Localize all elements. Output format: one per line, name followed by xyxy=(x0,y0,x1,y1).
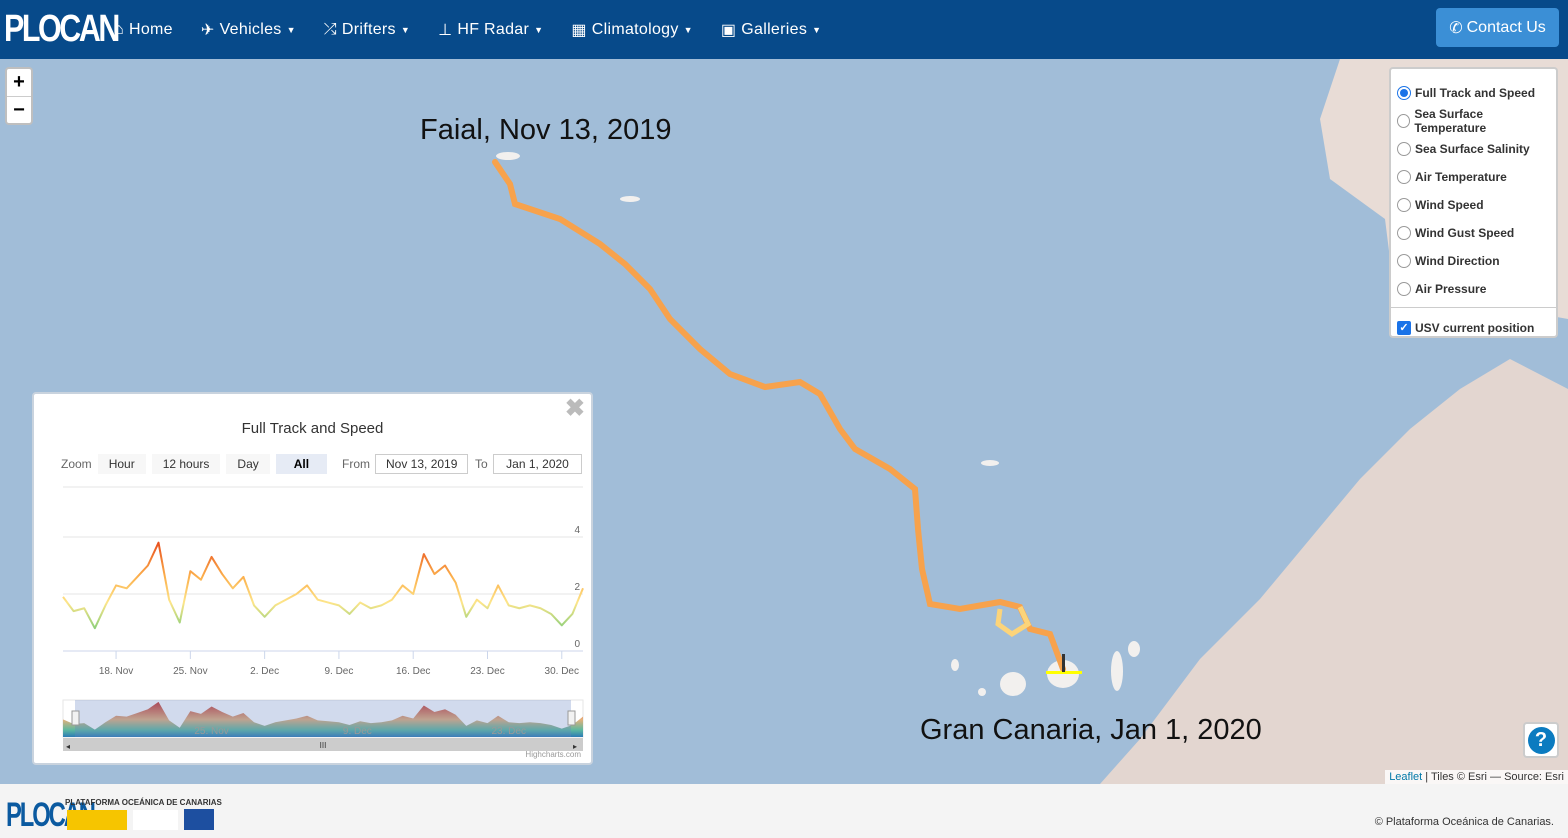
overlay-usv-position[interactable]: ✓ USV current position xyxy=(1397,314,1550,342)
scroll-left-arrow[interactable]: ◂ xyxy=(66,742,70,751)
footer-org-name: PLATAFORMA OCEÁNICA DE CANARIAS xyxy=(65,798,222,807)
layer-option[interactable]: Sea Surface Temperature xyxy=(1397,107,1550,135)
layer-option[interactable]: Wind Speed xyxy=(1397,191,1550,219)
layer-label: Air Pressure xyxy=(1415,282,1487,296)
chart-panel: ✖ Full Track and Speed Zoom Hour 12 hour… xyxy=(32,392,593,765)
contact-us-button[interactable]: ✆ Contact Us xyxy=(1436,8,1559,47)
copyright: © Plataforma Oceánica de Canarias. xyxy=(1374,816,1554,828)
plane-icon: ✈ xyxy=(200,21,215,39)
caret-down-icon: ▼ xyxy=(400,24,411,35)
nav-drifters[interactable]: ⤮ Drifters ▼ xyxy=(324,21,410,39)
caret-down-icon: ▼ xyxy=(683,24,693,35)
radio-button[interactable] xyxy=(1397,114,1411,128)
navigator-tick-label: 23. Dec xyxy=(491,726,525,737)
zoom-in-button[interactable]: + xyxy=(7,69,31,96)
layer-option[interactable]: Air Temperature xyxy=(1397,163,1550,191)
checkbox-checked[interactable]: ✓ xyxy=(1397,321,1411,335)
gobierno-canarias-logo xyxy=(133,810,178,830)
x-tick-label: 18. Nov xyxy=(99,666,133,677)
layer-label: USV current position xyxy=(1415,321,1535,335)
speed-chart[interactable]: 0 2 4 18. Nov 25. Nov 2. Dec 9. Dec 16. Dec 23. … xyxy=(32,392,593,765)
navbar: PLOCAN ⌂ Home ✈ Vehicles ▼ ⤮ Drifters ▼ ⊥ HF R… xyxy=(0,0,1568,59)
x-tick-label: 25. Nov xyxy=(173,666,207,677)
layer-option[interactable]: Air Pressure xyxy=(1397,275,1550,303)
eu-flag-logo xyxy=(184,809,214,830)
plocan-logo[interactable]: PLOCAN xyxy=(4,8,120,51)
question-icon: ? xyxy=(1527,726,1555,754)
footer: PLOCAN PLATAFORMA OCEÁNICA DE CANARIAS ©… xyxy=(0,784,1568,838)
x-tick-label: 30. Dec xyxy=(545,666,579,677)
x-tick-label: 23. Dec xyxy=(470,666,504,677)
layer-label: Wind Speed xyxy=(1415,198,1484,212)
radio-button[interactable] xyxy=(1397,170,1411,184)
layer-option[interactable]: Sea Surface Salinity xyxy=(1397,135,1550,163)
x-tick-label: 2. Dec xyxy=(250,666,279,677)
map[interactable]: + − Faial, Nov 13, 2019 Gran Canaria, Ja… xyxy=(0,59,1568,784)
nav-label: Drifters xyxy=(341,20,396,38)
spain-ministry-logo xyxy=(67,810,127,830)
nav-home[interactable]: ⌂ Home xyxy=(114,21,173,39)
y-tick-label: 4 xyxy=(574,525,580,536)
layer-label: Sea Surface Salinity xyxy=(1415,142,1530,156)
leaflet-link[interactable]: Leaflet xyxy=(1389,771,1422,783)
navigator-tick-label: 25. Nov xyxy=(194,726,228,737)
antenna-icon: ⊥ xyxy=(438,21,453,39)
radio-button[interactable] xyxy=(1397,86,1411,100)
attribution-text: | Tiles © Esri — Source: Esri xyxy=(1422,771,1564,783)
zoom-out-button[interactable]: − xyxy=(7,96,31,123)
end-label: Gran Canaria, Jan 1, 2020 xyxy=(920,714,1262,746)
highcharts-credit[interactable]: Highcharts.com xyxy=(525,750,581,759)
contact-label: Contact Us xyxy=(1466,18,1546,36)
layer-label: Sea Surface Temperature xyxy=(1414,107,1487,135)
speed-line xyxy=(62,541,584,630)
caret-down-icon: ▼ xyxy=(812,24,822,35)
layer-option[interactable]: Wind Direction xyxy=(1397,247,1550,275)
layer-option[interactable]: Full Track and Speed xyxy=(1397,79,1550,107)
phone-icon: ✆ xyxy=(1449,19,1463,37)
nav-hf-radar[interactable]: ⊥ HF Radar ▼ xyxy=(438,20,543,40)
radio-button[interactable] xyxy=(1397,282,1411,296)
grid-icon: ▦ xyxy=(571,21,587,39)
caret-down-icon: ▼ xyxy=(286,24,296,35)
nav-label: Galleries xyxy=(741,20,808,38)
layer-label: Wind Gust Speed xyxy=(1415,226,1515,240)
nav-label: Vehicles xyxy=(219,20,282,38)
navigator-handle[interactable] xyxy=(71,710,80,726)
layer-option[interactable]: Wind Gust Speed xyxy=(1397,219,1550,247)
start-label: Faial, Nov 13, 2019 xyxy=(420,114,672,146)
layer-label: Air Temperature xyxy=(1415,170,1507,184)
y-tick-label: 2 xyxy=(574,582,580,593)
zoom-control: + − xyxy=(5,67,33,125)
scrollbar-grip: III xyxy=(320,741,327,750)
layer-label: Full Track and Speed xyxy=(1415,86,1536,100)
usv-position-icon xyxy=(1046,654,1082,674)
nav-galleries[interactable]: ▣ Galleries ▼ xyxy=(721,20,821,40)
nav-vehicles[interactable]: ✈ Vehicles ▼ xyxy=(201,20,296,40)
navigator-tick-label: 9. Dec xyxy=(343,726,372,737)
radio-button[interactable] xyxy=(1397,198,1411,212)
help-button[interactable]: ? xyxy=(1523,722,1559,758)
caret-down-icon: ▼ xyxy=(534,24,544,35)
attribution: Leaflet | Tiles © Esri — Source: Esri xyxy=(1385,770,1568,784)
radio-button[interactable] xyxy=(1397,254,1411,268)
picture-icon: ▣ xyxy=(720,21,737,39)
nav-label: HF Radar xyxy=(457,20,530,38)
nav-label: Climatology xyxy=(591,20,679,38)
shuffle-icon: ⤮ xyxy=(323,20,337,38)
radio-button[interactable] xyxy=(1397,226,1411,240)
x-tick-label: 9. Dec xyxy=(324,666,353,677)
layer-control: Full Track and Speed Sea Surface Temperat… xyxy=(1389,67,1558,338)
radio-button[interactable] xyxy=(1397,142,1411,156)
nav-climatology[interactable]: ▦ Climatology ▼ xyxy=(571,20,693,40)
divider xyxy=(1391,307,1556,308)
nav-label: Home xyxy=(128,20,173,38)
layer-label: Wind Direction xyxy=(1415,254,1500,268)
x-tick-label: 16. Dec xyxy=(396,666,430,677)
y-tick-label: 0 xyxy=(574,639,580,650)
navigator-handle[interactable] xyxy=(567,710,576,726)
